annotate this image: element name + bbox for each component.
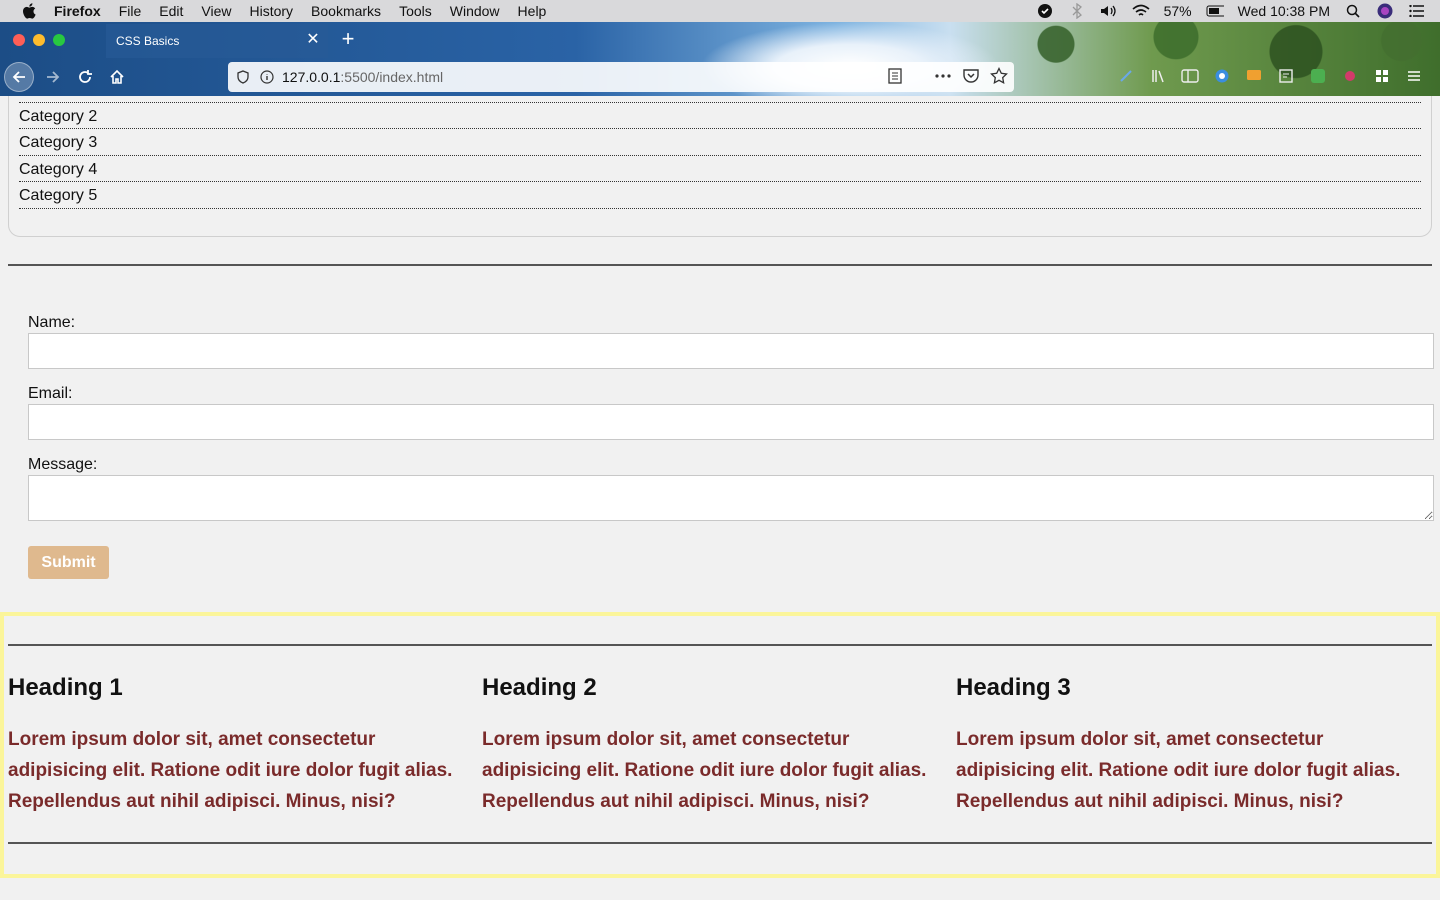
extension-monitor-icon[interactable] xyxy=(1244,66,1264,86)
section-divider xyxy=(8,264,1432,266)
page-actions-icon[interactable] xyxy=(934,67,952,88)
menu-help[interactable]: Help xyxy=(518,3,547,19)
site-info-icon[interactable] xyxy=(258,68,276,86)
battery-percent: 57% xyxy=(1163,3,1192,19)
features-top-divider xyxy=(8,644,1432,646)
menu-view[interactable]: View xyxy=(201,3,231,19)
minimize-window-button[interactable] xyxy=(33,34,45,46)
email-input[interactable] xyxy=(28,404,1434,440)
app-menu-icon[interactable] xyxy=(1404,66,1424,86)
category-item[interactable]: Category 4 xyxy=(19,156,1421,183)
feature-heading: Heading 2 xyxy=(482,674,597,701)
feature-column-1: Heading 1 Lorem ipsum dolor sit, amet co… xyxy=(8,674,468,817)
extension-icon[interactable] xyxy=(1116,66,1136,86)
tab-strip: CSS Basics ✕ + xyxy=(0,22,1440,58)
back-arrow-icon xyxy=(12,71,25,83)
tab-css-basics[interactable]: CSS Basics ✕ xyxy=(106,24,328,58)
submit-button[interactable]: Submit xyxy=(28,546,109,579)
navigation-toolbar: 127.0.0.1:5500/index.html xyxy=(0,58,1440,96)
category-panel: Category 2 Category 3 Category 4 Categor… xyxy=(8,96,1432,237)
menu-tools[interactable]: Tools xyxy=(399,3,432,19)
menu-firefox[interactable]: Firefox xyxy=(54,3,101,19)
page-viewport: Category 2 Category 3 Category 4 Categor… xyxy=(0,96,1440,900)
message-label: Message: xyxy=(28,456,98,473)
menu-edit[interactable]: Edit xyxy=(159,3,183,19)
message-textarea[interactable] xyxy=(28,475,1434,521)
spotlight-search-icon[interactable] xyxy=(1344,2,1362,20)
new-tab-button[interactable]: + xyxy=(338,28,358,50)
browser-chrome: CSS Basics ✕ + 127.0.0.1:5500/index.html xyxy=(0,22,1440,96)
category-item[interactable]: Category 5 xyxy=(19,182,1421,209)
tracking-protection-shield-icon[interactable] xyxy=(234,68,252,86)
notification-center-icon[interactable] xyxy=(1408,2,1426,20)
zoom-window-button[interactable] xyxy=(53,34,65,46)
menu-file[interactable]: File xyxy=(119,3,142,19)
status-app-icon[interactable] xyxy=(1036,2,1054,20)
bluetooth-icon[interactable] xyxy=(1068,2,1086,20)
menu-window[interactable]: Window xyxy=(450,3,500,19)
email-label: Email: xyxy=(28,385,73,402)
close-window-button[interactable] xyxy=(13,34,25,46)
contact-form: Name: Email: Message: Submit xyxy=(28,314,1434,579)
apple-menu-icon[interactable] xyxy=(20,2,38,20)
name-label: Name: xyxy=(28,314,76,331)
bookmark-star-icon[interactable] xyxy=(990,66,1008,88)
forward-arrow-icon xyxy=(47,71,60,83)
battery-icon[interactable] xyxy=(1206,2,1224,20)
forward-button[interactable] xyxy=(38,62,68,92)
tab-title: CSS Basics xyxy=(116,34,180,48)
url-bar[interactable]: 127.0.0.1:5500/index.html xyxy=(228,62,1014,92)
menubar-clock[interactable]: Wed 10:38 PM xyxy=(1238,3,1330,19)
home-icon xyxy=(110,69,124,84)
menu-history[interactable]: History xyxy=(249,3,293,19)
macos-menu-bar: Firefox File Edit View History Bookmarks… xyxy=(0,0,1440,22)
back-button[interactable] xyxy=(4,62,34,92)
features-section: Heading 1 Lorem ipsum dolor sit, amet co… xyxy=(0,612,1440,878)
sidebar-icon[interactable] xyxy=(1180,66,1200,86)
feature-text: Lorem ipsum dolor sit, amet consectetur … xyxy=(482,729,927,812)
feature-column-2: Heading 2 Lorem ipsum dolor sit, amet co… xyxy=(482,674,942,817)
library-icon[interactable] xyxy=(1148,66,1168,86)
url-path: :5500/index.html xyxy=(340,69,444,85)
features-bottom-divider xyxy=(8,842,1432,844)
close-tab-icon[interactable]: ✕ xyxy=(306,32,320,48)
volume-icon[interactable] xyxy=(1100,2,1118,20)
reload-icon xyxy=(79,70,92,83)
extension-globe-icon[interactable] xyxy=(1212,66,1232,86)
category-item[interactable]: Category 3 xyxy=(19,129,1421,156)
window-controls xyxy=(13,34,65,46)
feature-text: Lorem ipsum dolor sit, amet consectetur … xyxy=(8,729,453,812)
name-input[interactable] xyxy=(28,333,1434,369)
menu-bookmarks[interactable]: Bookmarks xyxy=(311,3,381,19)
category-list: Category 2 Category 3 Category 4 Categor… xyxy=(19,102,1421,209)
pocket-icon[interactable] xyxy=(962,67,980,88)
feature-heading: Heading 1 xyxy=(8,674,123,701)
url-text[interactable]: 127.0.0.1:5500/index.html xyxy=(282,69,443,85)
siri-icon[interactable] xyxy=(1376,2,1394,20)
extension-toolbar xyxy=(1116,66,1424,86)
category-item[interactable]: Category 2 xyxy=(19,103,1421,130)
extension-translate-icon[interactable] xyxy=(1308,66,1328,86)
wifi-icon[interactable] xyxy=(1132,2,1150,20)
reader-view-icon[interactable] xyxy=(886,67,904,88)
feature-heading: Heading 3 xyxy=(956,674,1071,701)
extensions-puzzle-icon[interactable] xyxy=(1372,66,1392,86)
feature-text: Lorem ipsum dolor sit, amet consectetur … xyxy=(956,729,1401,812)
extension-virus-icon[interactable] xyxy=(1340,66,1360,86)
feature-column-3: Heading 3 Lorem ipsum dolor sit, amet co… xyxy=(956,674,1416,817)
url-host: 127.0.0.1 xyxy=(282,69,341,85)
reload-button[interactable] xyxy=(70,62,100,92)
home-button[interactable] xyxy=(102,62,132,92)
extension-notes-icon[interactable] xyxy=(1276,66,1296,86)
